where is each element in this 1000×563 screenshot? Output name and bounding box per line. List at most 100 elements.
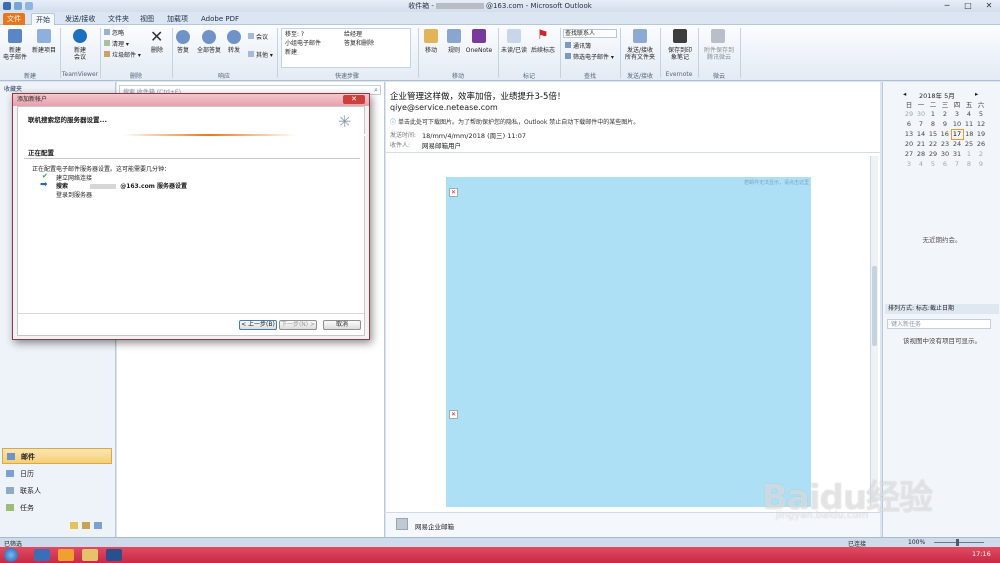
avatar[interactable]: [396, 518, 408, 530]
notes-icon[interactable]: [94, 522, 102, 529]
calendar-day[interactable]: 2: [939, 109, 951, 119]
calendar-day[interactable]: 4: [915, 159, 927, 169]
tab-adobe-pdf[interactable]: Adobe PDF: [197, 13, 243, 25]
save-to-evernote-button[interactable]: 保存到印 象笔记: [662, 47, 698, 61]
new-meeting-button[interactable]: 新建 会议: [64, 47, 96, 61]
ignore-button[interactable]: 忽略: [104, 29, 124, 37]
calendar-day[interactable]: 18: [963, 129, 975, 139]
calendar-day[interactable]: 30: [939, 149, 951, 159]
quickstep-move-to[interactable]: 移至: ?: [285, 31, 304, 38]
folder-list-icon[interactable]: [70, 522, 78, 529]
calendar-day[interactable]: 8: [927, 119, 939, 129]
view-in-browser-link[interactable]: 若邮件无法显示，请点击这里: [744, 179, 809, 186]
date-navigator[interactable]: 日一二三四五六 29 30 1 2 3 4 5 6 7 8 9 10 11 12 13 14 15 16 17 18 19…: [903, 99, 987, 169]
calendar-day[interactable]: 8: [963, 159, 975, 169]
dialog-close-icon[interactable]: ✕: [343, 95, 365, 104]
search-icon[interactable]: ⌕: [374, 86, 378, 95]
calendar-day[interactable]: 21: [915, 139, 927, 149]
explorer-taskbar-icon[interactable]: [82, 549, 98, 561]
calendar-day[interactable]: 5: [975, 109, 987, 119]
calendar-day[interactable]: 1: [963, 149, 975, 159]
scrollbar-thumb[interactable]: [872, 266, 877, 346]
rules-button[interactable]: 规则: [443, 47, 465, 54]
delete-button[interactable]: 删除: [145, 47, 169, 54]
calendar-day[interactable]: 6: [903, 119, 915, 129]
new-email-button[interactable]: 新建 电子邮件: [0, 47, 30, 61]
forward-button[interactable]: 转发: [223, 47, 245, 54]
more-respond-button[interactable]: 其他 ▾: [248, 51, 273, 59]
reply-all-button[interactable]: 全部答复: [194, 47, 224, 54]
ie-taskbar-icon[interactable]: [34, 549, 50, 561]
meeting-button[interactable]: 会议: [248, 33, 268, 41]
quickstep-to-manager[interactable]: 给经理: [344, 31, 362, 38]
calendar-next-icon[interactable]: ▸: [975, 90, 978, 98]
start-button[interactable]: [4, 548, 18, 562]
calendar-day[interactable]: 31: [951, 149, 963, 159]
calendar-day[interactable]: 17: [950, 128, 964, 140]
calendar-day[interactable]: 25: [963, 139, 975, 149]
download-pictures-infobar[interactable]: ⓘ 单击此处可下载图片。为了帮助保护您的隐私，Outlook 禁止自动下载邮件中…: [390, 117, 639, 126]
calendar-day[interactable]: 5: [927, 159, 939, 169]
calendar-prev-icon[interactable]: ◂: [903, 90, 906, 98]
reading-scrollbar[interactable]: [870, 156, 878, 506]
calendar-day[interactable]: 3: [951, 109, 963, 119]
address-book-button[interactable]: 通讯簿: [565, 42, 591, 50]
save-attachments-weiyun-button[interactable]: 附件保存到 腾讯微云: [700, 47, 738, 61]
new-task-input[interactable]: 键入新任务: [887, 319, 991, 329]
send-receive-all-button[interactable]: 发送/接收 所有文件夹: [621, 47, 659, 61]
browser-taskbar-icon[interactable]: [58, 549, 74, 561]
tab-addins[interactable]: 加载项: [163, 13, 192, 25]
close-window-button[interactable]: ✕: [979, 0, 999, 11]
calendar-day[interactable]: 27: [903, 149, 915, 159]
calendar-day[interactable]: 2: [975, 149, 987, 159]
nav-item-calendar[interactable]: 日历: [2, 466, 112, 482]
calendar-day[interactable]: 12: [975, 119, 987, 129]
calendar-day[interactable]: 24: [951, 139, 963, 149]
calendar-day[interactable]: 20: [903, 139, 915, 149]
back-button[interactable]: < 上一步(B): [239, 320, 277, 330]
task-arrange-header[interactable]: 排列方式: 标志:截止日期: [885, 304, 999, 314]
tab-folder[interactable]: 文件夹: [104, 13, 133, 25]
move-button[interactable]: 移动: [420, 47, 442, 54]
calendar-day[interactable]: 10: [951, 119, 963, 129]
zoom-slider[interactable]: [934, 542, 984, 543]
calendar-day[interactable]: 4: [963, 109, 975, 119]
clean-button[interactable]: 清理 ▾: [104, 40, 129, 48]
quickstep-team-email[interactable]: 小组电子邮件: [285, 40, 321, 47]
next-button[interactable]: 下一步(N) >: [279, 320, 317, 330]
calendar-day[interactable]: 9: [939, 119, 951, 129]
filter-email-button[interactable]: 筛选电子邮件 ▾: [565, 53, 614, 61]
minimize-button[interactable]: ─: [937, 0, 957, 11]
calendar-day[interactable]: 13: [903, 129, 915, 139]
outlook-taskbar-icon[interactable]: [106, 549, 122, 561]
quickstep-reply-delete[interactable]: 答复和删除: [344, 40, 374, 47]
clock[interactable]: 17:16: [972, 550, 991, 558]
calendar-day[interactable]: 26: [975, 139, 987, 149]
nav-item-mail[interactable]: 邮件: [2, 448, 112, 464]
calendar-day[interactable]: 22: [927, 139, 939, 149]
new-items-button[interactable]: 新建项目: [29, 47, 59, 54]
calendar-day[interactable]: 3: [903, 159, 915, 169]
calendar-day[interactable]: 23: [939, 139, 951, 149]
shortcuts-icon[interactable]: [82, 522, 90, 529]
calendar-day[interactable]: 29: [927, 149, 939, 159]
followup-button[interactable]: 后续标志: [528, 47, 558, 54]
message-sender[interactable]: qiye@service.netease.com: [390, 103, 498, 112]
unread-read-button[interactable]: 未读/已读: [499, 47, 529, 54]
calendar-day[interactable]: 15: [927, 129, 939, 139]
maximize-button[interactable]: □: [958, 0, 978, 11]
calendar-day[interactable]: 16: [939, 129, 951, 139]
find-contact-box[interactable]: 查找联系人: [563, 29, 617, 38]
calendar-day[interactable]: 19: [975, 129, 987, 139]
calendar-day[interactable]: 7: [951, 159, 963, 169]
nav-item-contacts[interactable]: 联系人: [2, 483, 112, 499]
tab-view[interactable]: 视图: [136, 13, 158, 25]
onenote-button[interactable]: OneNote: [464, 47, 494, 54]
quickstep-new[interactable]: 新建: [285, 49, 297, 56]
tab-send-receive[interactable]: 发送/接收: [61, 13, 99, 25]
junk-button[interactable]: 垃圾邮件 ▾: [104, 51, 141, 59]
calendar-day[interactable]: 9: [975, 159, 987, 169]
reply-button[interactable]: 答复: [172, 47, 194, 54]
cancel-button[interactable]: 取消: [323, 320, 361, 330]
calendar-day[interactable]: 6: [939, 159, 951, 169]
